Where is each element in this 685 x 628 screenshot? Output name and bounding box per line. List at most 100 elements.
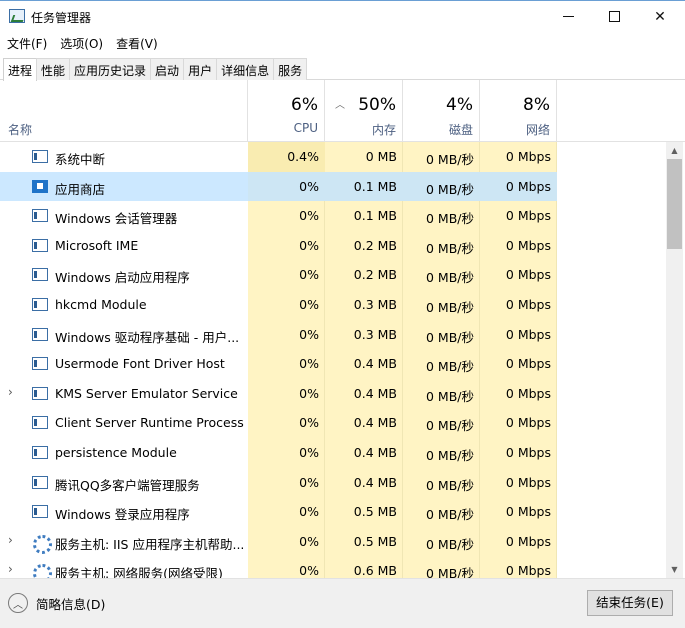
- process-name-cell: Windows 登录应用程序: [0, 497, 248, 527]
- vertical-scrollbar[interactable]: ▲ ▼: [666, 142, 683, 578]
- process-row[interactable]: Client Server Runtime Process 0% 0.4 MB 0 M…: [0, 408, 666, 438]
- disk-cell: 0 MB/秒: [403, 290, 480, 320]
- memory-cell: 0.6 MB: [325, 556, 403, 578]
- scroll-down-arrow-icon[interactable]: ▼: [666, 561, 683, 578]
- disk-cell: 0 MB/秒: [403, 142, 480, 172]
- tab-app-history[interactable]: 应用历史记录: [69, 58, 152, 80]
- expand-chevron-icon[interactable]: ›: [8, 385, 13, 399]
- tab-startup[interactable]: 启动: [150, 58, 185, 80]
- process-row[interactable]: Usermode Font Driver Host 0% 0.4 MB 0 MB/秒 0…: [0, 349, 666, 379]
- expand-chevron-icon[interactable]: ›: [8, 533, 13, 547]
- fewer-details-button[interactable]: ︿ 简略信息(D): [8, 593, 105, 613]
- process-name-cell: Windows 驱动程序基础 - 用户...: [0, 320, 248, 350]
- tab-performance[interactable]: 性能: [36, 58, 71, 80]
- network-cell: 0 Mbps: [480, 468, 557, 498]
- disk-cell: 0 MB/秒: [403, 527, 480, 557]
- gear-icon: [32, 534, 52, 554]
- menu-file[interactable]: 文件(F): [0, 32, 53, 54]
- cpu-cell: 0%: [248, 260, 325, 290]
- column-disk-header[interactable]: 4% 磁盘: [403, 80, 480, 142]
- cpu-cell-value: 0%: [299, 563, 319, 578]
- memory-total-percent: 50%: [358, 95, 396, 115]
- close-icon: ✕: [654, 8, 666, 25]
- menu-view[interactable]: 查看(V): [109, 32, 164, 54]
- column-name-header[interactable]: 名称: [0, 80, 248, 142]
- network-cell: 0 Mbps: [480, 142, 557, 172]
- cpu-cell-value: 0%: [299, 356, 319, 372]
- process-name: Windows 登录应用程序: [55, 507, 190, 523]
- process-row[interactable]: › 服务主机: IIS 应用程序主机帮助... 0% 0.5 MB 0 MB/秒 0 Mb…: [0, 527, 666, 557]
- process-row[interactable]: hkcmd Module 0% 0.3 MB 0 MB/秒 0 Mbps: [0, 290, 666, 320]
- tab-processes[interactable]: 进程: [3, 58, 38, 81]
- menu-bar: 文件(F) 选项(O) 查看(V): [0, 32, 164, 54]
- network-cell-value: 0 Mbps: [505, 474, 551, 490]
- window-icon: [32, 357, 48, 371]
- memory-cell: 0.1 MB: [325, 201, 403, 231]
- process-row[interactable]: Windows 驱动程序基础 - 用户... 0% 0.3 MB 0 MB/秒 0 Mb…: [0, 320, 666, 350]
- network-cell: 0 Mbps: [480, 171, 557, 202]
- sort-ascending-icon: ︿: [335, 100, 345, 111]
- disk-cell-value: 0 MB/秒: [426, 388, 474, 404]
- process-row[interactable]: Microsoft IME 0% 0.2 MB 0 MB/秒 0 Mbps: [0, 231, 666, 261]
- cpu-cell: 0%: [248, 527, 325, 557]
- process-row[interactable]: Windows 会话管理器 0% 0.1 MB 0 MB/秒 0 Mbps: [0, 201, 666, 231]
- cpu-cell: 0.4%: [248, 142, 325, 172]
- cpu-cell: 0%: [248, 408, 325, 438]
- process-row[interactable]: Windows 启动应用程序 0% 0.2 MB 0 MB/秒 0 Mbps: [0, 260, 666, 290]
- process-name-cell: 腾讯QQ多客户端管理服务: [0, 468, 248, 498]
- cpu-cell: 0%: [248, 468, 325, 498]
- column-network-header[interactable]: 8% 网络: [480, 80, 557, 142]
- menu-options[interactable]: 选项(O): [53, 32, 109, 54]
- process-row[interactable]: 应用商店 0% 0.1 MB 0 MB/秒 0 Mbps: [0, 171, 666, 202]
- memory-cell-value: 0.1 MB: [353, 178, 397, 194]
- process-row[interactable]: Windows 登录应用程序 0% 0.5 MB 0 MB/秒 0 Mbps: [0, 497, 666, 527]
- column-cpu-header[interactable]: 6% CPU: [248, 80, 325, 142]
- tab-users[interactable]: 用户: [183, 58, 218, 80]
- maximize-button[interactable]: [591, 1, 637, 32]
- network-cell: 0 Mbps: [480, 349, 557, 379]
- expand-chevron-icon[interactable]: ›: [8, 562, 13, 576]
- minimize-button[interactable]: [545, 1, 591, 32]
- memory-cell-value: 0.1 MB: [353, 208, 397, 224]
- cpu-cell-value: 0%: [299, 445, 319, 460]
- memory-cell: 0.2 MB: [325, 260, 403, 290]
- tab-services[interactable]: 服务: [273, 58, 308, 80]
- network-cell: 0 Mbps: [480, 556, 557, 578]
- title-bar: 任务管理器 ✕: [0, 0, 685, 32]
- tab-bar: 进程 性能 应用历史记录 启动 用户 详细信息 服务: [0, 56, 685, 81]
- window-icon: [32, 475, 48, 489]
- cpu-cell: 0%: [248, 349, 325, 379]
- process-row[interactable]: › KMS Server Emulator Service 0% 0.4 MB 0 MB…: [0, 379, 666, 409]
- network-cell: 0 Mbps: [480, 379, 557, 409]
- process-list[interactable]: 系统中断 0.4% 0 MB 0 MB/秒 0 Mbps 应用商店 0% 0.1 MB 0 MB…: [0, 142, 666, 578]
- window-icon: [32, 505, 48, 519]
- process-name: 系统中断: [55, 152, 106, 167]
- process-name-cell: persistence Module: [0, 438, 248, 468]
- disk-cell: 0 MB/秒: [403, 438, 480, 468]
- column-memory-header[interactable]: ︿ 50% 内存: [325, 80, 403, 142]
- disk-cell-value: 0 MB/秒: [426, 211, 474, 227]
- network-cell-value: 0 Mbps: [505, 297, 551, 312]
- scroll-up-arrow-icon[interactable]: ▲: [666, 142, 683, 159]
- process-row[interactable]: › 服务主机: 网络服务(网络受限) 0% 0.6 MB 0 MB/秒 0 Mbps: [0, 556, 666, 578]
- network-cell: 0 Mbps: [480, 408, 557, 438]
- memory-cell-value: 0.5 MB: [353, 504, 397, 520]
- scrollbar-thumb[interactable]: [667, 159, 682, 249]
- disk-cell-value: 0 MB/秒: [426, 566, 474, 578]
- process-row[interactable]: persistence Module 0% 0.4 MB 0 MB/秒 0 Mbps: [0, 438, 666, 468]
- network-cell-value: 0 Mbps: [505, 326, 551, 342]
- column-header: 名称 6% CPU ︿ 50% 内存 4% 磁盘 8% 网络: [0, 80, 685, 142]
- close-button[interactable]: ✕: [637, 1, 683, 32]
- process-row[interactable]: 腾讯QQ多客户端管理服务 0% 0.4 MB 0 MB/秒 0 Mbps: [0, 468, 666, 498]
- tab-details[interactable]: 详细信息: [216, 58, 275, 80]
- process-row[interactable]: 系统中断 0.4% 0 MB 0 MB/秒 0 Mbps: [0, 142, 666, 172]
- cpu-cell: 0%: [248, 290, 325, 320]
- minimize-icon: [562, 16, 574, 17]
- network-cell: 0 Mbps: [480, 290, 557, 320]
- network-cell-value: 0 Mbps: [505, 445, 551, 460]
- disk-cell-value: 0 MB/秒: [426, 181, 474, 197]
- memory-cell: 0.3 MB: [325, 290, 403, 320]
- end-task-button[interactable]: 结束任务(E): [587, 590, 673, 616]
- process-name: 应用商店: [55, 181, 106, 197]
- network-cell: 0 Mbps: [480, 438, 557, 468]
